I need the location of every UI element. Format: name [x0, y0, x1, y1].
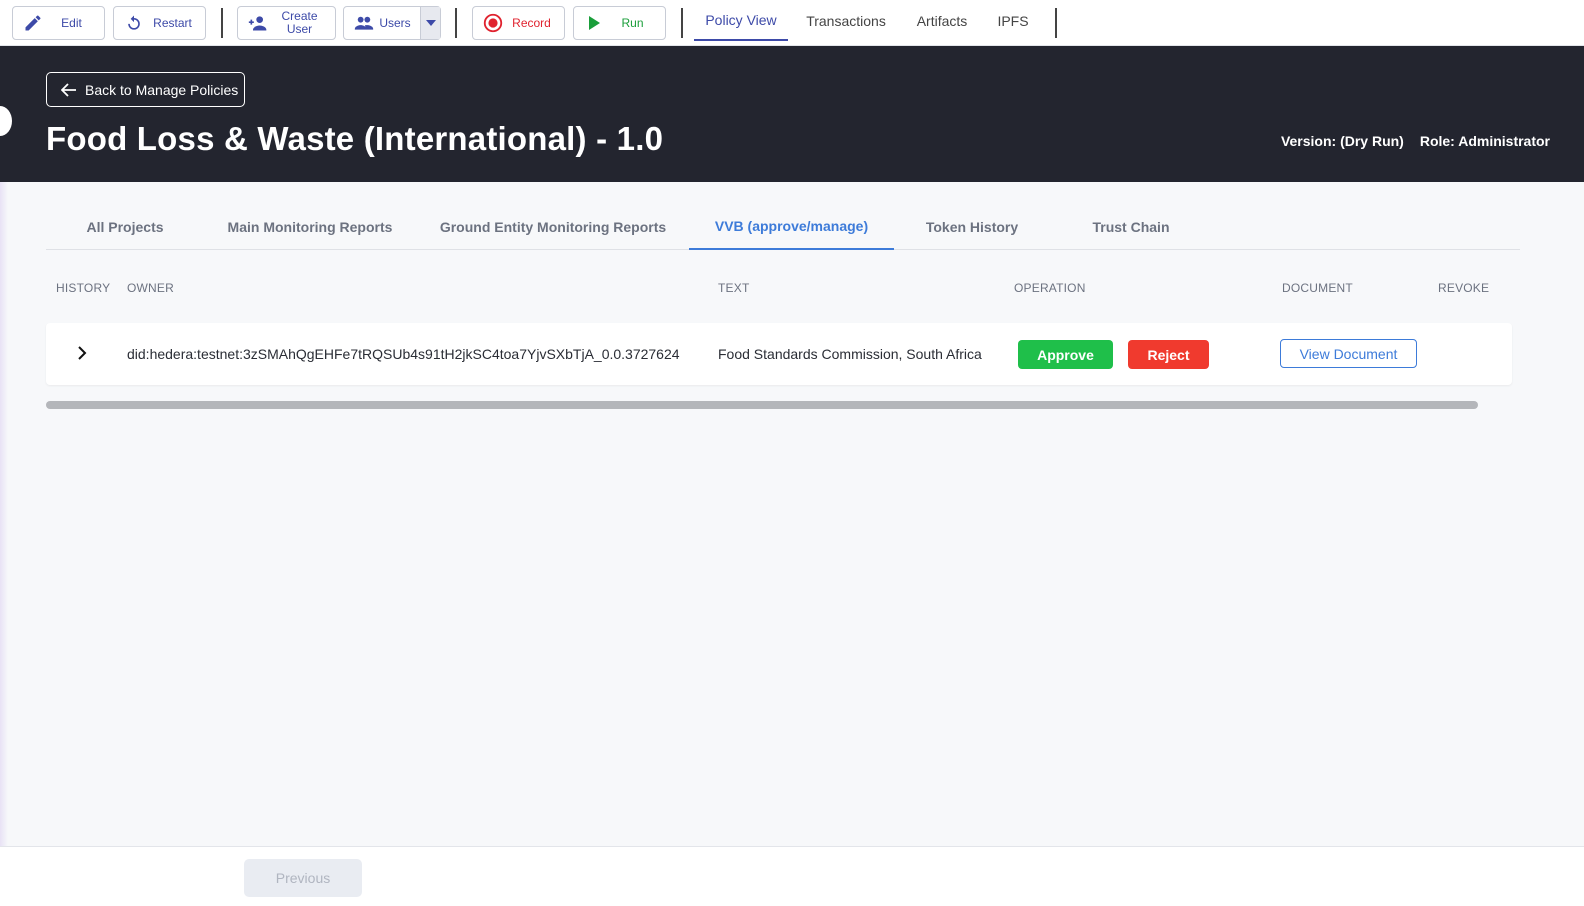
toolbar-divider [455, 8, 457, 38]
column-header-document: DOCUMENT [1282, 281, 1353, 295]
reject-button[interactable]: Reject [1128, 340, 1209, 369]
policy-subtabs: All Projects Main Monitoring Reports Gro… [46, 204, 1520, 250]
version-label: Version: (Dry Run) [1280, 133, 1404, 149]
previous-page-button[interactable]: Previous [244, 859, 362, 897]
tab-vvb-approve-manage[interactable]: VVB (approve/manage) [689, 204, 894, 250]
owner-did: did:hedera:testnet:3zSMAhQgEHFe7tRQSUb4s… [127, 346, 680, 362]
column-header-history: HISTORY [56, 281, 111, 295]
policy-meta: Version: (Dry Run) Role: Administrator [1281, 133, 1550, 149]
restart-button[interactable]: Restart [113, 6, 206, 40]
nav-tab-policy-view[interactable]: Policy View [694, 0, 788, 41]
run-button[interactable]: Run [573, 6, 666, 40]
pagination-footer: Previous [0, 846, 1584, 906]
left-edge-strip [0, 182, 8, 846]
record-icon [481, 11, 505, 35]
horizontal-scrollbar[interactable] [46, 401, 1520, 410]
play-icon [582, 11, 606, 35]
restart-icon [122, 11, 146, 35]
chevron-right-icon [78, 346, 87, 360]
nav-tab-ipfs[interactable]: IPFS [988, 0, 1038, 42]
toolbar-divider [1055, 8, 1057, 38]
create-user-label: Create User [281, 9, 318, 36]
run-label: Run [621, 15, 644, 30]
view-document-button[interactable]: View Document [1280, 339, 1417, 368]
back-label: Back to Manage Policies [85, 81, 239, 98]
add-user-icon [246, 11, 270, 35]
record-label: Record [512, 15, 551, 30]
scrollbar-thumb[interactable] [46, 401, 1478, 409]
role-label: Role: Administrator [1419, 133, 1550, 149]
expand-history-button[interactable] [74, 345, 90, 361]
toolbar-divider [221, 8, 223, 38]
record-button[interactable]: Record [472, 6, 565, 40]
back-to-manage-policies-button[interactable]: Back to Manage Policies [46, 72, 245, 107]
column-header-revoke: REVOKE [1438, 281, 1490, 295]
table-row: did:hedera:testnet:3zSMAhQgEHFe7tRQSUb4s… [46, 323, 1512, 385]
create-user-button[interactable]: Create User [237, 6, 336, 40]
tab-token-history[interactable]: Token History [908, 204, 1036, 250]
toolbar-divider [681, 8, 683, 38]
tab-ground-entity-monitoring-reports[interactable]: Ground Entity Monitoring Reports [432, 204, 674, 250]
nav-tab-transactions[interactable]: Transactions [796, 0, 896, 42]
restart-label: Restart [153, 15, 192, 30]
users-icon [352, 11, 376, 35]
edit-label: Edit [61, 15, 82, 30]
column-header-operation: OPERATION [1014, 281, 1086, 295]
users-dropdown-toggle[interactable] [420, 7, 440, 39]
sidebar-toggle[interactable] [0, 106, 12, 136]
caret-down-icon [425, 20, 436, 26]
edit-button[interactable]: Edit [12, 6, 105, 40]
tab-trust-chain[interactable]: Trust Chain [1066, 204, 1196, 250]
policy-header: Back to Manage Policies Food Loss & Wast… [0, 46, 1584, 182]
column-header-text: TEXT [718, 281, 750, 295]
row-text: Food Standards Commission, South Africa [718, 346, 982, 362]
approve-button[interactable]: Approve [1018, 340, 1113, 369]
nav-tab-artifacts[interactable]: Artifacts [904, 0, 980, 42]
top-toolbar: Edit Restart Create User Users Record Ru… [0, 0, 1584, 46]
pencil-icon [21, 11, 45, 35]
tab-all-projects[interactable]: All Projects [62, 204, 188, 250]
arrow-left-icon [61, 82, 77, 97]
users-button[interactable]: Users [343, 6, 441, 40]
column-header-owner: OWNER [127, 281, 174, 295]
page-title: Food Loss & Waste (International) - 1.0 [46, 120, 664, 157]
tab-main-monitoring-reports[interactable]: Main Monitoring Reports [214, 204, 406, 250]
